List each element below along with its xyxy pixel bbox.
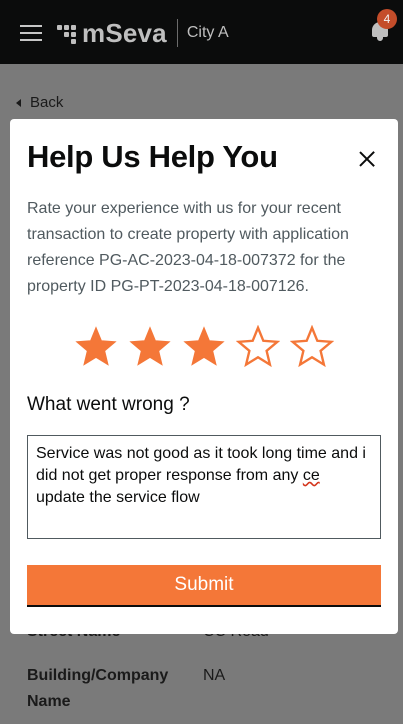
close-icon[interactable] xyxy=(356,148,378,170)
star-filled-icon[interactable] xyxy=(128,325,172,369)
mseva-logo-icon xyxy=(57,22,79,44)
star-filled-icon[interactable] xyxy=(182,325,226,369)
misspelled-word: ce xyxy=(302,467,320,484)
back-link[interactable]: Back xyxy=(16,94,63,111)
notification-count-badge: 4 xyxy=(377,9,397,29)
detail-row-building: Building/Company Name NA xyxy=(27,663,225,715)
star-empty-icon[interactable] xyxy=(290,325,334,369)
logo-divider xyxy=(176,19,178,47)
detail-value: NA xyxy=(203,667,226,684)
feedback-textarea[interactable]: Service was not good as it took long tim… xyxy=(27,435,381,539)
top-app-bar: mSeva City A 4 xyxy=(0,0,403,64)
submit-button[interactable]: Submit xyxy=(27,565,381,607)
detail-label: Building/Company Name xyxy=(27,667,169,710)
modal-title: Help Us Help You xyxy=(27,139,278,174)
city-name: City A xyxy=(186,24,229,41)
star-empty-icon[interactable] xyxy=(236,325,280,369)
hamburger-menu-icon[interactable] xyxy=(20,25,42,41)
back-label: Back xyxy=(30,94,64,111)
star-rating xyxy=(74,325,334,369)
rating-description: Rate your experience with us for your re… xyxy=(27,200,349,295)
app-name: mSeva xyxy=(82,17,167,48)
app-logo: mSeva City A xyxy=(57,18,229,48)
feedback-modal: Help Us Help You Rate your experience wi… xyxy=(10,119,398,634)
what-went-wrong-label: What went wrong ? xyxy=(27,394,190,415)
caret-left-icon xyxy=(16,98,21,107)
star-filled-icon[interactable] xyxy=(74,325,118,369)
